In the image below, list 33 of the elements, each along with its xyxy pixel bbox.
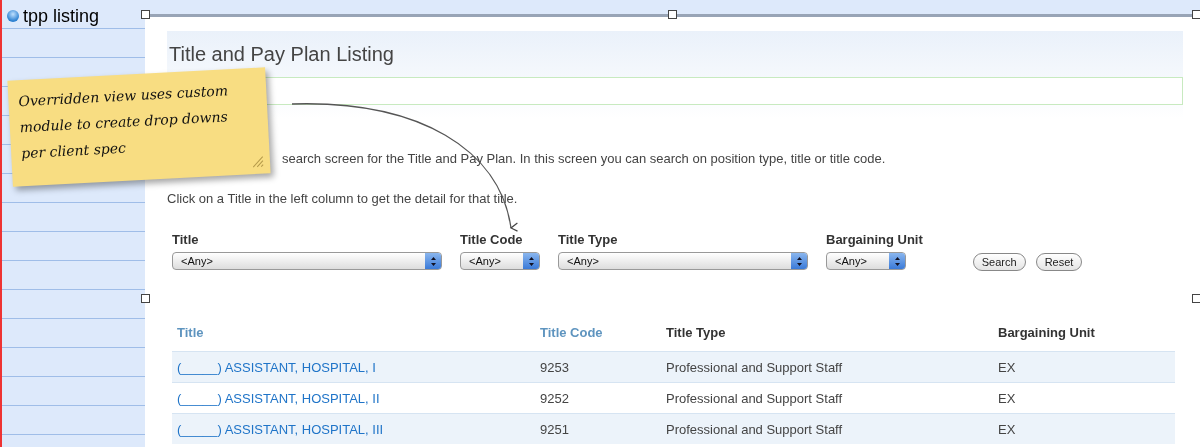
dropdown[interactable]: <Any> [172,252,442,270]
table-cell: EX [993,351,1175,383]
selection-handle[interactable] [1192,10,1200,19]
outline-title: tpp listing [23,5,100,27]
resize-grip-icon [251,155,265,169]
dropdown[interactable]: <Any> [460,252,540,270]
stepper-icon [791,253,807,269]
note-text: Overridden view uses custom module to create drop downs per client spec [17,81,230,164]
dropdown[interactable]: <Any> [558,252,808,270]
bullet-icon [7,10,19,22]
reset-button[interactable]: Reset [1035,253,1083,271]
filter-label: Title Type [558,232,619,247]
table-cell: 9253 [535,351,661,383]
search-button[interactable]: Search [972,253,1026,271]
page-heading: Title and Pay Plan Listing [169,42,395,67]
table-cell: Professional and Support Staff [661,351,993,383]
table-cell: EX [993,413,1175,444]
stepper-icon [889,253,905,269]
selection-handle[interactable] [1192,294,1200,303]
table-cell: 9251 [535,413,661,444]
column-header: Title Type [661,321,993,352]
stepper-icon [425,253,441,269]
column-header: Bargaining Unit [993,321,1175,352]
dropdown[interactable]: <Any> [826,252,906,270]
filter-label: Bargaining Unit [826,232,923,247]
filter-label: Title [172,232,200,247]
selection-handle[interactable] [141,10,150,19]
selection-handle[interactable] [141,294,150,303]
title-link[interactable]: (_____) ASSISTANT, HOSPITAL, II [177,390,380,406]
filter-label: Title Code [460,232,524,247]
selection-handle[interactable] [668,10,677,19]
table-cell: Professional and Support Staff [661,413,993,444]
stepper-icon [523,253,539,269]
